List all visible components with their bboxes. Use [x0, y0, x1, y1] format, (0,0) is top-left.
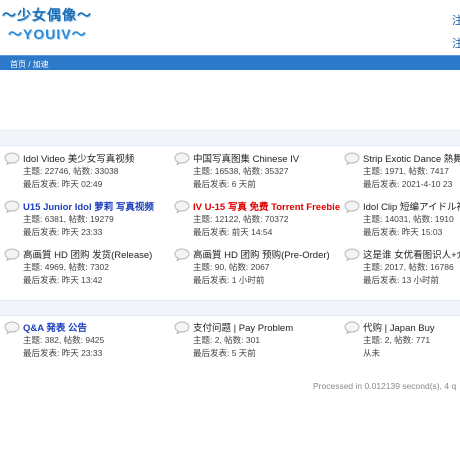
site-header: ～少女偶像～ ～YOUIV～ 注 注 — [0, 0, 460, 55]
forum-stats: 主题: 4969, 帖数: 7302 — [23, 262, 109, 272]
forum-bubble-icon — [4, 248, 20, 262]
forum-stats: 主题: 2017, 帖数: 16786 — [363, 262, 454, 272]
forum-bubble-icon — [4, 321, 20, 335]
forum-bubble-icon — [174, 248, 190, 262]
forum-stats: 主题: 1971, 帖数: 7417 — [363, 166, 449, 176]
forum-title-link[interactable]: 高画質 HD 团购 预购(Pre-Order) — [193, 247, 330, 261]
forum-title-link[interactable]: Q&A 発表 公告 — [23, 320, 87, 334]
processed-info: Processed in 0.012139 second(s), 4 q — [313, 381, 457, 391]
breadcrumb-home[interactable]: 首页 — [10, 60, 26, 69]
forum-item[interactable]: 支付问题 | Pay Problem 主题: 2, 帖数: 301 最后发表: 5 … — [170, 318, 340, 362]
forum-stats: 主题: 2, 帖数: 771 — [363, 335, 431, 345]
forum-last-post[interactable]: 最后发表: 前天 14:54 — [193, 226, 272, 238]
forum-item[interactable]: 中国写真图集 Chinese IV 主题: 16538, 帖数: 35327 最后发… — [170, 149, 340, 193]
forum-item[interactable]: 高画質 HD 团购 预购(Pre-Order) 主题: 90, 帖数: 2067 最… — [170, 245, 340, 289]
forum-stats: 主题: 6381, 帖数: 19279 — [23, 214, 114, 224]
category-header — [0, 300, 460, 316]
forum-item[interactable]: Strip Exotic Dance 熱舞 主题: 1971, 帖数: 7417 最… — [340, 149, 460, 193]
forum-last-post[interactable]: 最后发表: 6 天前 — [193, 178, 256, 190]
forum-stats: 主题: 12122, 帖数: 70372 — [193, 214, 289, 224]
register-link[interactable]: 注 — [452, 12, 460, 28]
forum-bubble-icon — [344, 321, 360, 335]
forum-last-post[interactable]: 最后发表: 1 小时前 — [193, 274, 264, 286]
logo-line2: ～YOUIV～ — [8, 26, 87, 42]
forum-item[interactable]: Idol Clip 短编アイドル視 主题: 14031, 帖数: 1910 最后发表… — [340, 197, 460, 241]
forum-last-post[interactable]: 最后发表: 2021-4-10 23 — [363, 178, 452, 190]
forum-last-post[interactable]: 最后发表: 昨天 23:33 — [23, 347, 102, 359]
forum-last-post[interactable]: 从未 — [363, 347, 380, 359]
forum-last-post[interactable]: 最后发表: 昨天 13:42 — [23, 274, 102, 286]
forum-item[interactable]: 高画質 HD 团购 发货(Release) 主题: 4969, 帖数: 7302 最… — [0, 245, 170, 289]
forum-title-link[interactable]: 高画質 HD 团购 发货(Release) — [23, 247, 152, 261]
forum-title-link[interactable]: 这是谁 女优看图识人+介 — [363, 247, 460, 261]
forum-item[interactable]: U15 Junior Idol 萝莉 写真视频 主题: 6381, 帖数: 192… — [0, 197, 170, 241]
forum-bubble-icon — [174, 321, 190, 335]
logo-line1: ～少女偶像～ — [2, 7, 92, 23]
forum-title-link[interactable]: Strip Exotic Dance 熱舞 — [363, 151, 460, 165]
category-header — [0, 130, 460, 146]
forum-bubble-icon — [344, 152, 360, 166]
forum-stats: 主题: 16538, 帖数: 35327 — [193, 166, 289, 176]
register-link-secondary[interactable]: 注 — [452, 35, 460, 51]
forum-item[interactable]: IV U-15 写真 免费 Torrent Freebie 主题: 12122, … — [170, 197, 340, 241]
forum-title-link[interactable]: 支付问题 | Pay Problem — [193, 320, 293, 334]
forum-title-link[interactable]: Idol Clip 短编アイドル視 — [363, 199, 460, 213]
forum-stats: 主题: 22746, 帖数: 33038 — [23, 166, 119, 176]
forum-stats: 主题: 90, 帖数: 2067 — [193, 262, 270, 272]
forum-last-post[interactable]: 最后发表: 昨天 15:03 — [363, 226, 442, 238]
forum-last-post[interactable]: 最后发表: 13 小时前 — [363, 274, 439, 286]
forum-stats: 主题: 14031, 帖数: 1910 — [363, 214, 454, 224]
forum-last-post[interactable]: 最后发表: 昨天 23:33 — [23, 226, 102, 238]
forum-last-post[interactable]: 最后发表: 昨天 02:49 — [23, 178, 102, 190]
forum-item[interactable]: Q&A 発表 公告 主题: 382, 帖数: 9425 最后发表: 昨天 23:33 — [0, 318, 170, 362]
forum-bubble-icon — [4, 152, 20, 166]
nav-bar: 首页 / 加速 — [0, 55, 460, 70]
forum-title-link[interactable]: U15 Junior Idol 萝莉 写真视频 — [23, 199, 154, 213]
forum-bubble-icon — [4, 200, 20, 214]
forum-bubble-icon — [174, 152, 190, 166]
forum-stats: 主题: 382, 帖数: 9425 — [23, 335, 105, 345]
site-logo[interactable]: ～少女偶像～ ～YOUIV～ — [2, 5, 92, 45]
forum-title-link[interactable]: IV U-15 写真 免费 Torrent Freebie — [193, 199, 340, 213]
forum-title-link[interactable]: Idol Video 美少女写真视频 — [23, 151, 134, 165]
forum-stats: 主题: 2, 帖数: 301 — [193, 335, 261, 345]
breadcrumb: 首页 / 加速 — [10, 59, 49, 70]
forum-title-link[interactable]: 中国写真图集 Chinese IV — [193, 151, 299, 165]
forum-title-link[interactable]: 代购 | Japan Buy — [363, 320, 435, 334]
forum-bubble-icon — [344, 200, 360, 214]
forum-last-post[interactable]: 最后发表: 5 天前 — [193, 347, 256, 359]
forum-item[interactable]: 这是谁 女优看图识人+介 主题: 2017, 帖数: 16786 最后发表: 13 … — [340, 245, 460, 289]
breadcrumb-current[interactable]: 加速 — [33, 60, 49, 69]
forum-item[interactable]: 代购 | Japan Buy 主题: 2, 帖数: 771 从未 — [340, 318, 460, 362]
forum-bubble-icon — [344, 248, 360, 262]
breadcrumb-separator: / — [28, 60, 31, 69]
forum-bubble-icon — [174, 200, 190, 214]
forum-item[interactable]: Idol Video 美少女写真视频 主题: 22746, 帖数: 33038 最后… — [0, 149, 170, 193]
